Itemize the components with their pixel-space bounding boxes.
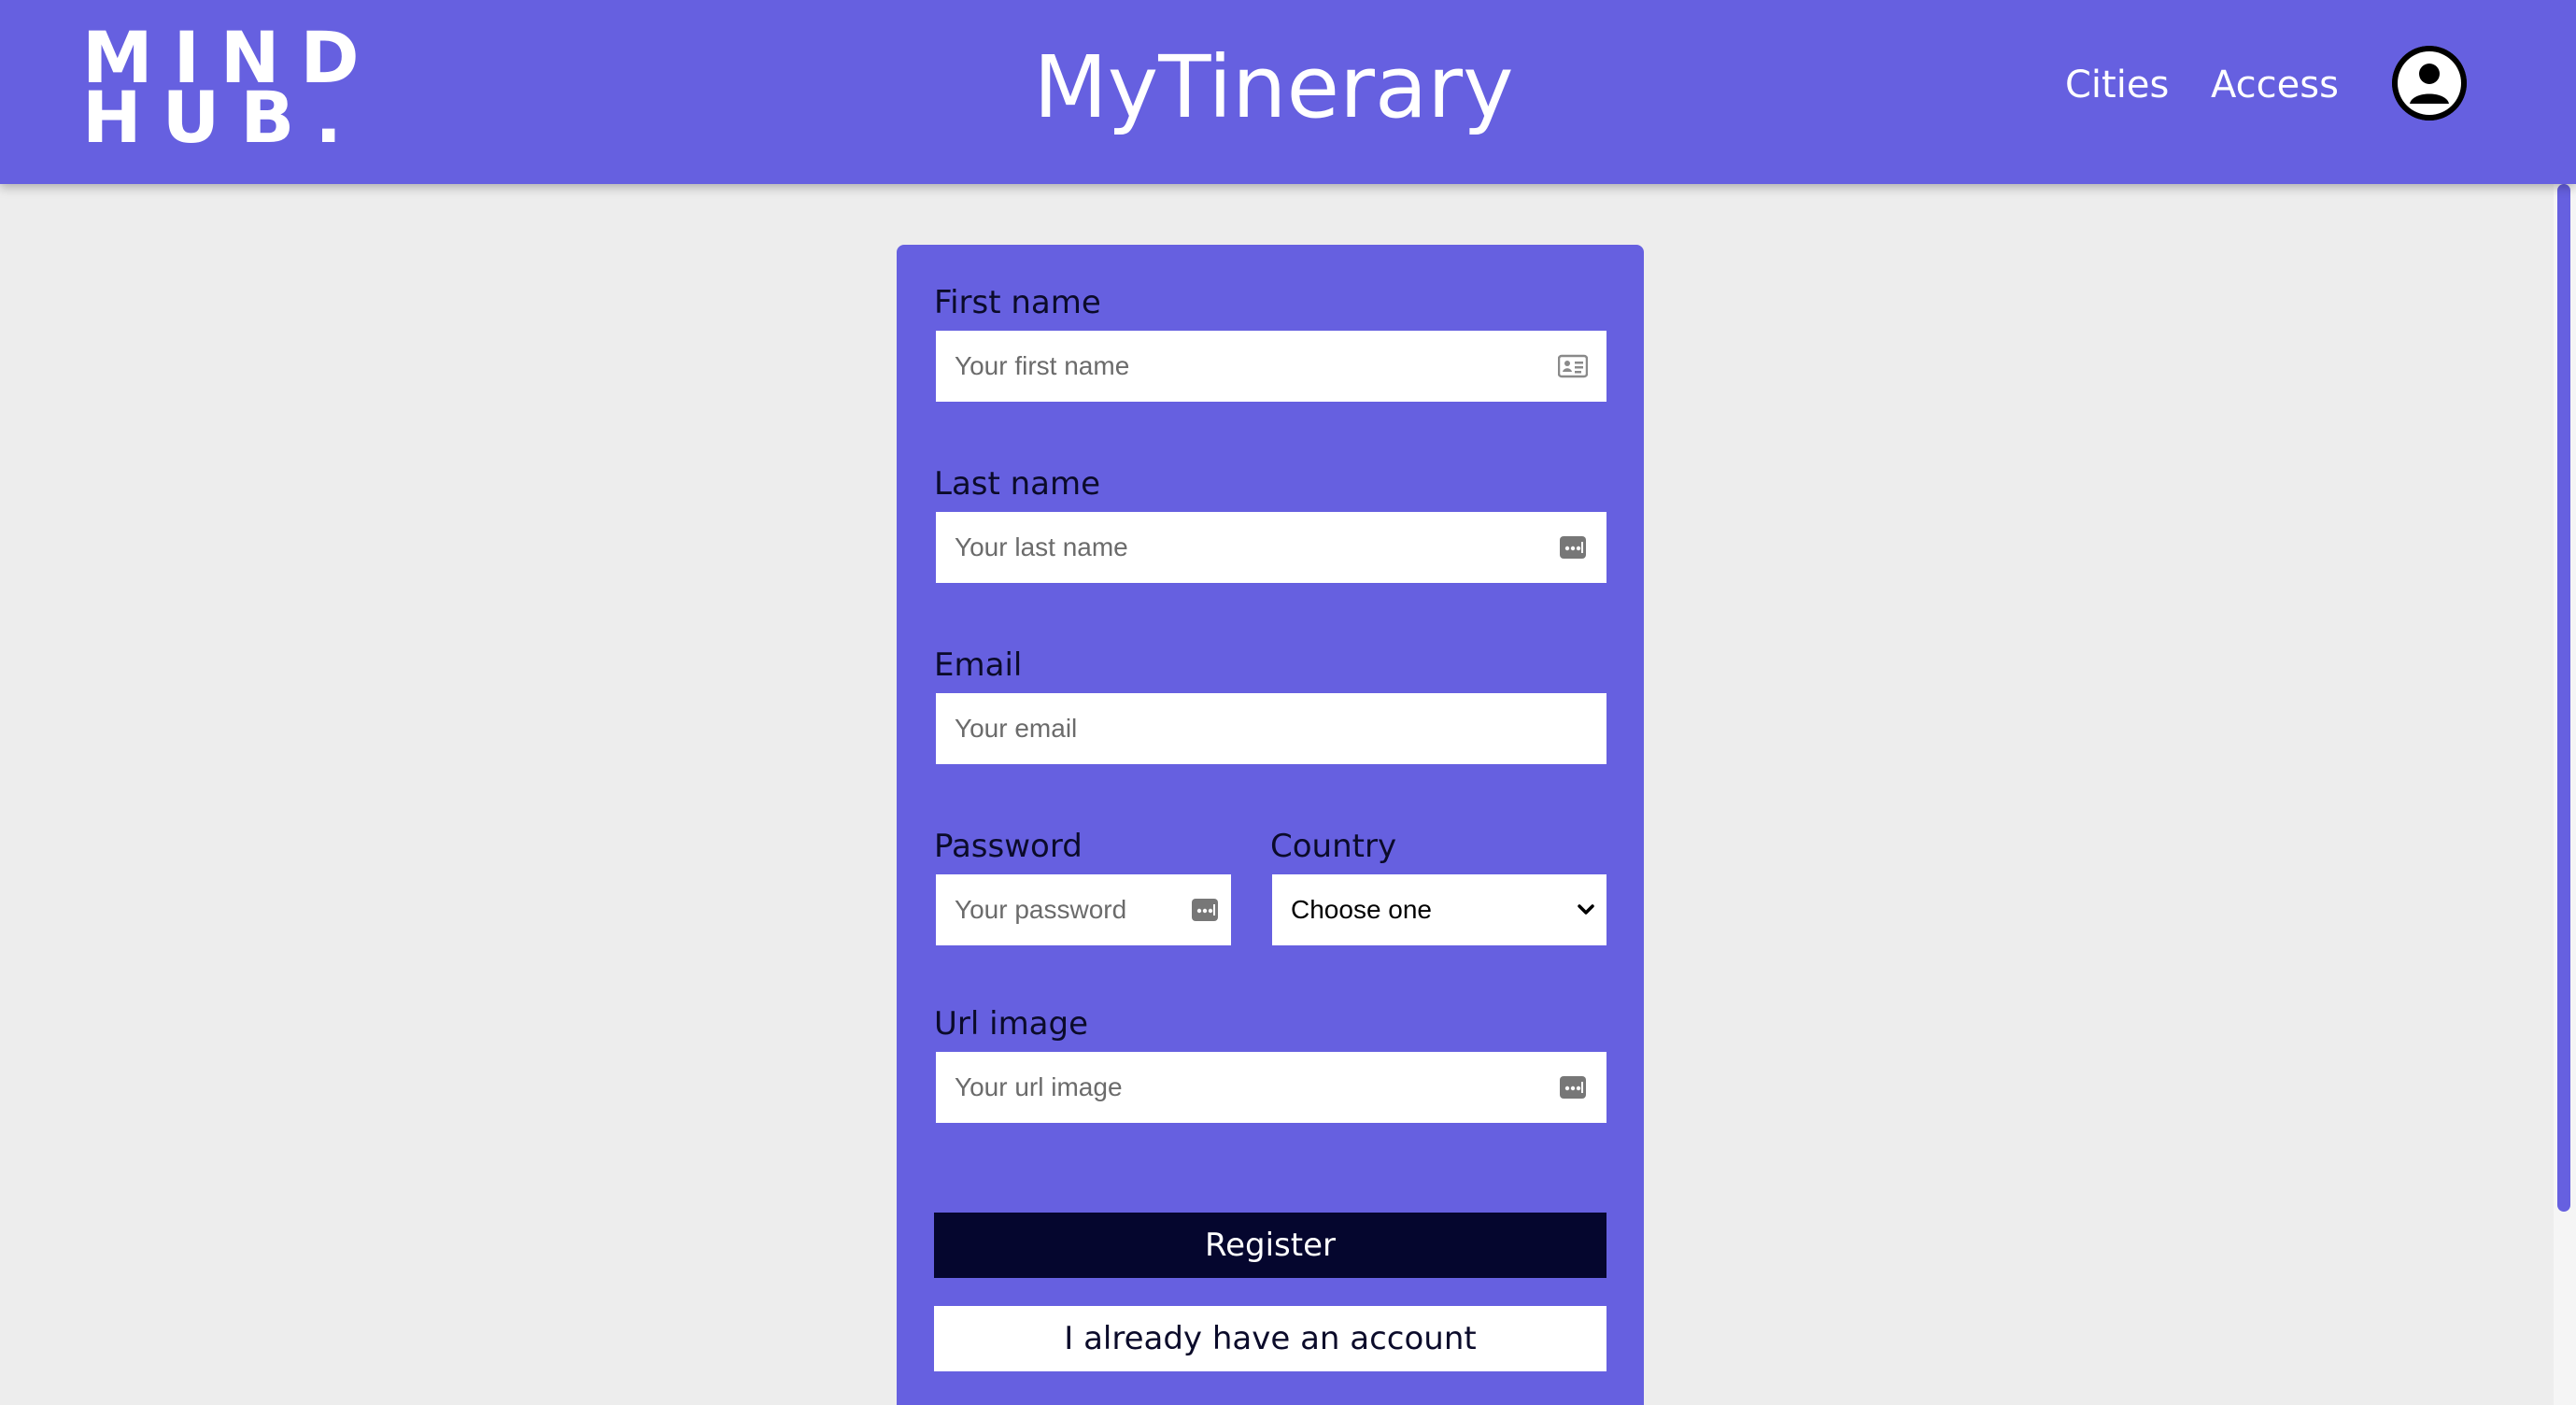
- autofill-dots-icon[interactable]: [1190, 895, 1220, 925]
- password-input[interactable]: [936, 874, 1190, 945]
- id-card-icon[interactable]: [1558, 351, 1588, 381]
- already-have-account-button[interactable]: I already have an account: [934, 1306, 1606, 1371]
- last-name-input[interactable]: [936, 512, 1558, 583]
- email-label: Email: [934, 646, 1023, 684]
- autofill-dots-icon[interactable]: [1558, 532, 1588, 562]
- first-name-input[interactable]: [936, 331, 1558, 402]
- email-field[interactable]: [936, 693, 1606, 764]
- first-name-field[interactable]: [936, 331, 1606, 402]
- register-button[interactable]: Register: [934, 1213, 1606, 1278]
- user-avatar-icon[interactable]: [2392, 46, 2467, 121]
- url-image-label: Url image: [934, 1005, 1089, 1043]
- autofill-dots-icon[interactable]: [1558, 1072, 1588, 1102]
- signup-form-card: First name Last name: [897, 245, 1644, 1405]
- nav-link-cities[interactable]: Cities: [2065, 62, 2169, 108]
- country-select[interactable]: Choose one: [1272, 874, 1606, 945]
- last-name-label: Last name: [934, 465, 1101, 503]
- url-image-input[interactable]: [936, 1052, 1558, 1123]
- email-input[interactable]: [936, 693, 1606, 764]
- top-navbar: MIND HUB. MyTinerary Cities Access: [0, 0, 2576, 184]
- password-field[interactable]: [936, 874, 1231, 945]
- chevron-down-icon: [1573, 897, 1599, 923]
- country-selected-value: Choose one: [1291, 895, 1433, 924]
- first-name-label: First name: [934, 284, 1101, 321]
- country-label: Country: [1270, 828, 1397, 865]
- nav-link-access[interactable]: Access: [2211, 62, 2339, 108]
- url-image-field[interactable]: [936, 1052, 1606, 1123]
- password-label: Password: [934, 828, 1083, 865]
- scrollbar-thumb[interactable]: [2557, 184, 2570, 1212]
- last-name-field[interactable]: [936, 512, 1606, 583]
